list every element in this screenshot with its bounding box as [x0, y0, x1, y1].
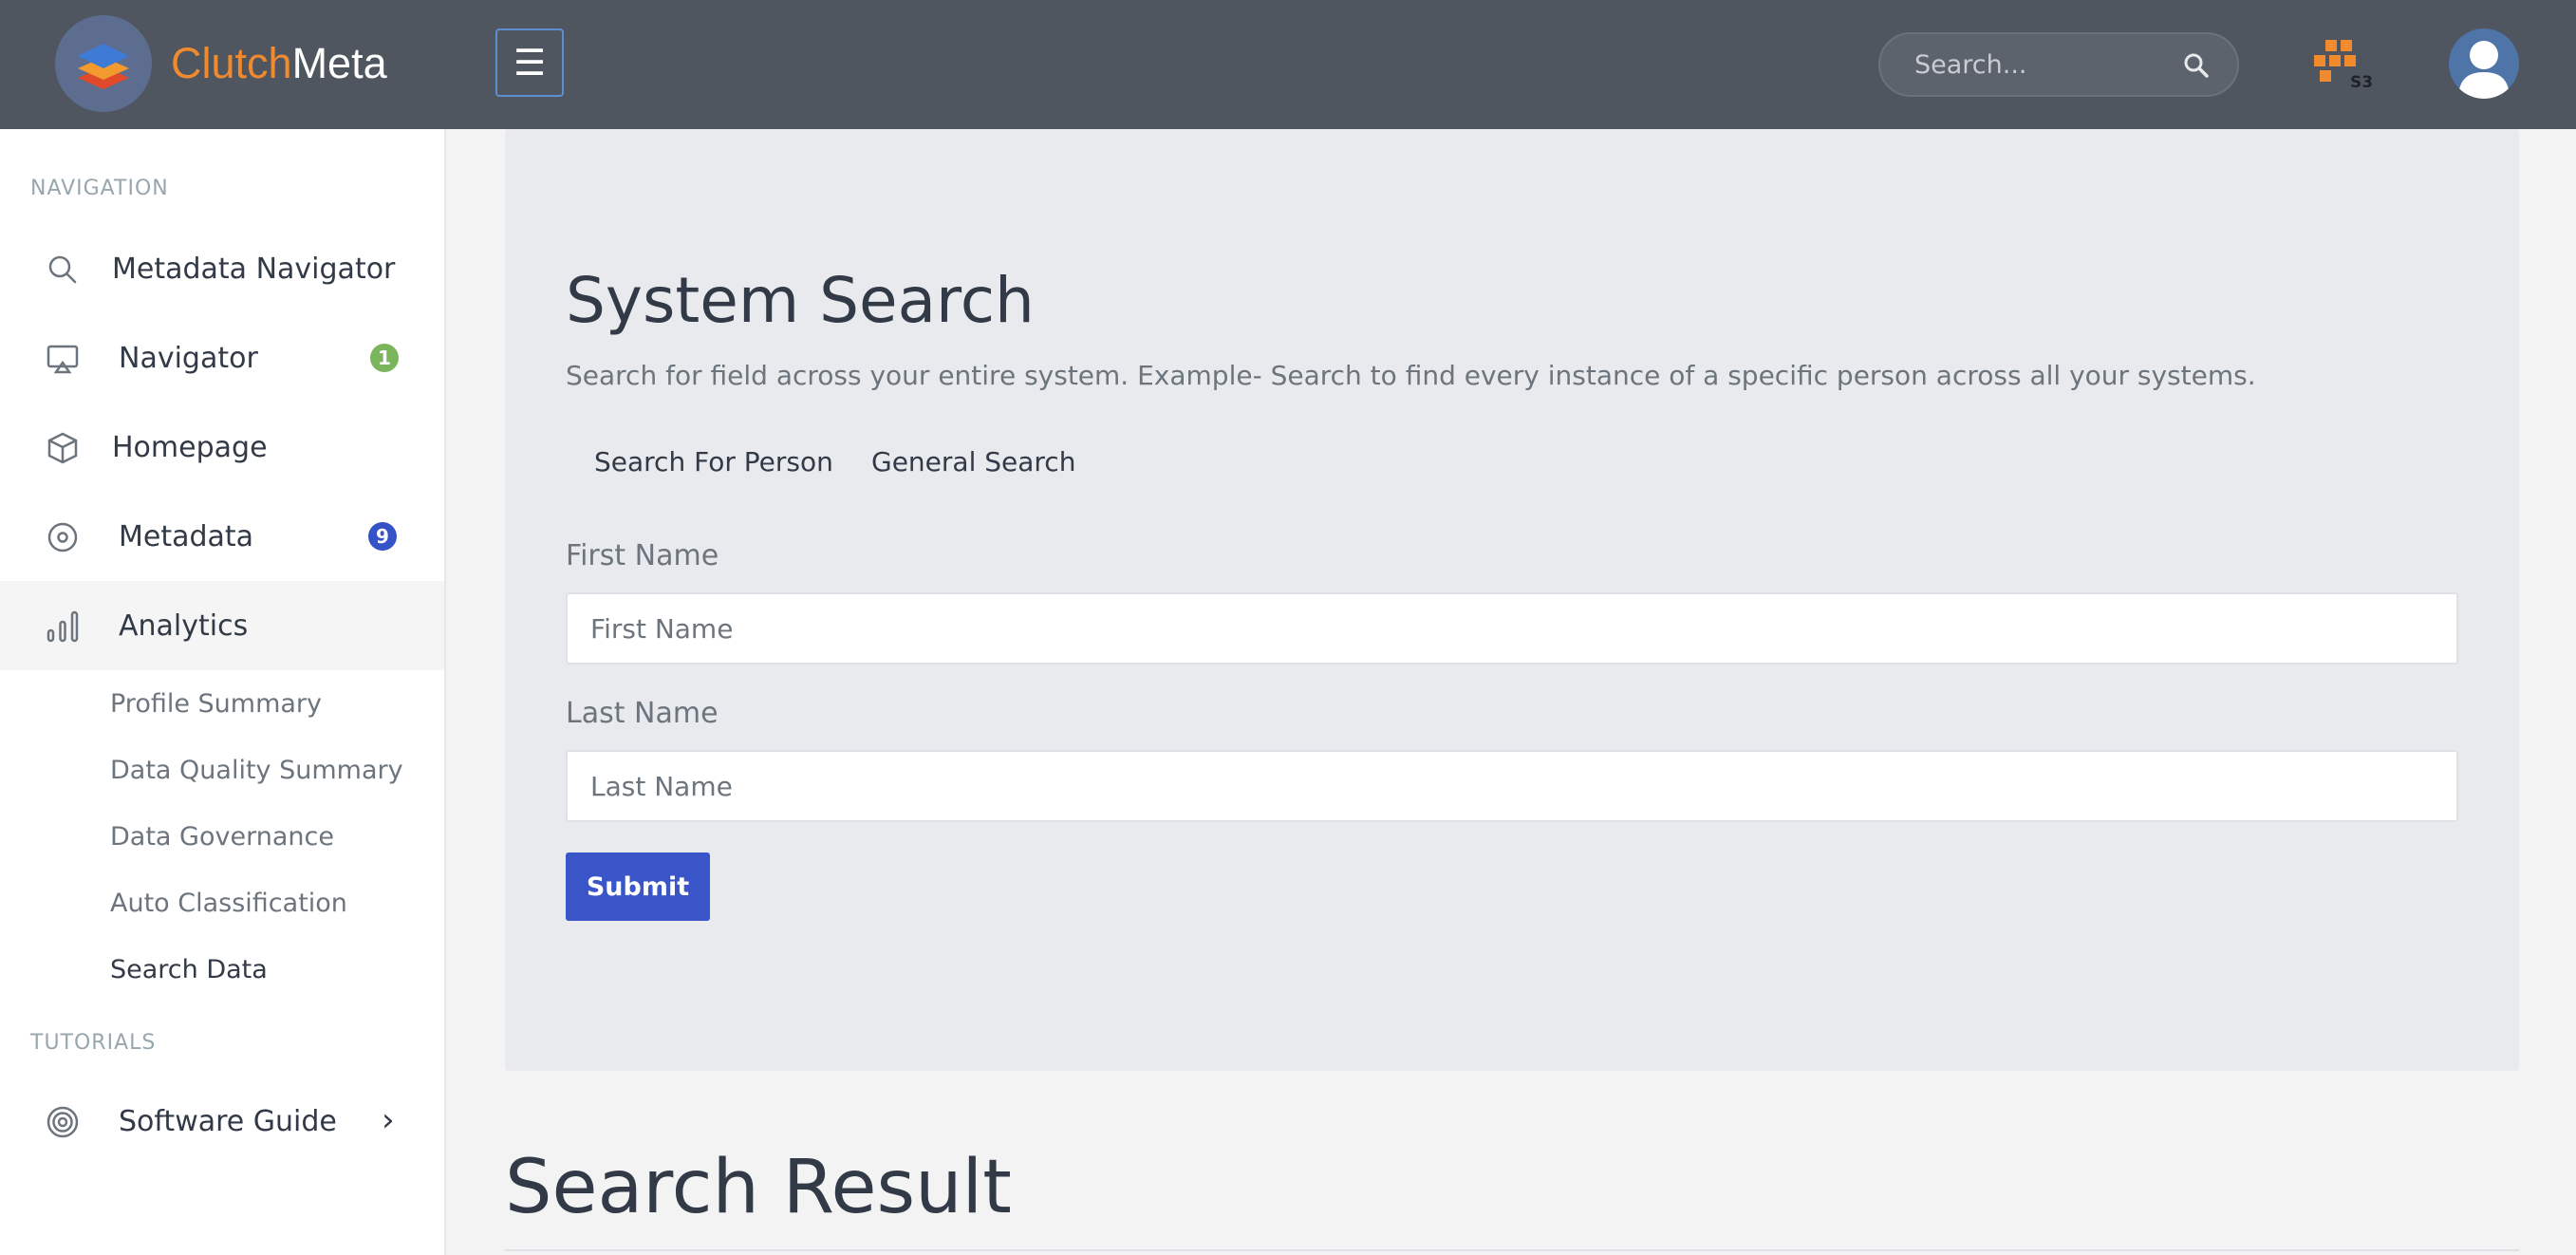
sidebar-item-label: Analytics — [119, 609, 249, 643]
disc-icon — [47, 522, 78, 553]
brand-name-part2: Meta — [291, 39, 387, 87]
user-avatar[interactable] — [2449, 28, 2519, 99]
sidebar-subitem-auto-classification[interactable]: Auto Classification — [110, 889, 347, 918]
sidebar-subitem-profile-summary[interactable]: Profile Summary — [110, 689, 322, 719]
sidebar-item-label: Homepage — [112, 430, 268, 464]
top-bar: ClutchMeta ☰ S3 — [0, 0, 2576, 129]
sidebar-item-navigator[interactable]: Navigator 1 — [0, 313, 444, 403]
brand[interactable]: ClutchMeta — [55, 15, 387, 112]
sidebar-item-metadata[interactable]: Metadata 9 — [0, 492, 444, 581]
cube-icon — [47, 432, 78, 464]
last-name-field[interactable] — [566, 750, 2458, 822]
hamburger-icon: ☰ — [513, 42, 547, 84]
sidebar-subitem-data-governance[interactable]: Data Governance — [110, 822, 334, 852]
tutorials-section-title: TUTORIALS — [30, 1031, 157, 1055]
sidebar-item-software-guide[interactable]: Software Guide › — [0, 1077, 444, 1166]
sidebar: NAVIGATION Metadata Navigator Navigator … — [0, 129, 446, 1255]
global-search[interactable] — [1878, 32, 2239, 97]
bar-chart-icon — [47, 610, 79, 643]
search-result-title: Search Result — [505, 1145, 1012, 1230]
sidebar-subitem-search-data[interactable]: Search Data — [110, 955, 268, 984]
sidebar-item-analytics[interactable]: Analytics — [0, 581, 444, 670]
sidebar-item-homepage[interactable]: Homepage — [0, 403, 444, 492]
chevron-right-icon: › — [382, 1101, 395, 1139]
sidebar-item-label: Software Guide — [119, 1104, 337, 1138]
first-name-field[interactable] — [566, 592, 2458, 665]
sidebar-item-metadata-navigator[interactable]: Metadata Navigator — [0, 224, 444, 313]
last-name-label: Last Name — [566, 697, 719, 730]
brand-name: ClutchMeta — [171, 39, 387, 88]
search-icon[interactable] — [2182, 51, 2211, 80]
monitor-icon — [47, 345, 79, 374]
sidebar-item-label: Metadata — [119, 519, 254, 553]
system-search-card: System Search Search for field across yo… — [505, 129, 2519, 1071]
metadata-count-badge: 9 — [368, 522, 397, 551]
first-name-label: First Name — [566, 539, 719, 572]
tab-general-search[interactable]: General Search — [871, 446, 1075, 478]
navigation-section-title: NAVIGATION — [30, 177, 169, 200]
menu-toggle-button[interactable]: ☰ — [495, 28, 564, 97]
target-icon — [47, 1106, 79, 1138]
logo-icon — [55, 15, 152, 112]
sidebar-item-label: Metadata Navigator — [112, 252, 396, 286]
sidebar-item-label: Navigator — [119, 341, 258, 375]
navigator-count-badge: 1 — [370, 344, 399, 372]
s3-label: S3 — [2350, 73, 2373, 91]
tab-search-for-person[interactable]: Search For Person — [594, 446, 833, 478]
submit-button[interactable]: Submit — [566, 852, 710, 921]
search-input[interactable] — [1914, 47, 2171, 82]
search-icon — [48, 255, 77, 284]
page-title: System Search — [566, 264, 1035, 337]
brand-name-part1: Clutch — [171, 39, 292, 87]
page-description: Search for field across your entire syst… — [566, 360, 2256, 391]
sidebar-subitem-data-quality-summary[interactable]: Data Quality Summary — [110, 756, 403, 785]
aws-s3-icon[interactable]: S3 — [2312, 38, 2379, 95]
result-table-divider — [505, 1249, 2519, 1251]
